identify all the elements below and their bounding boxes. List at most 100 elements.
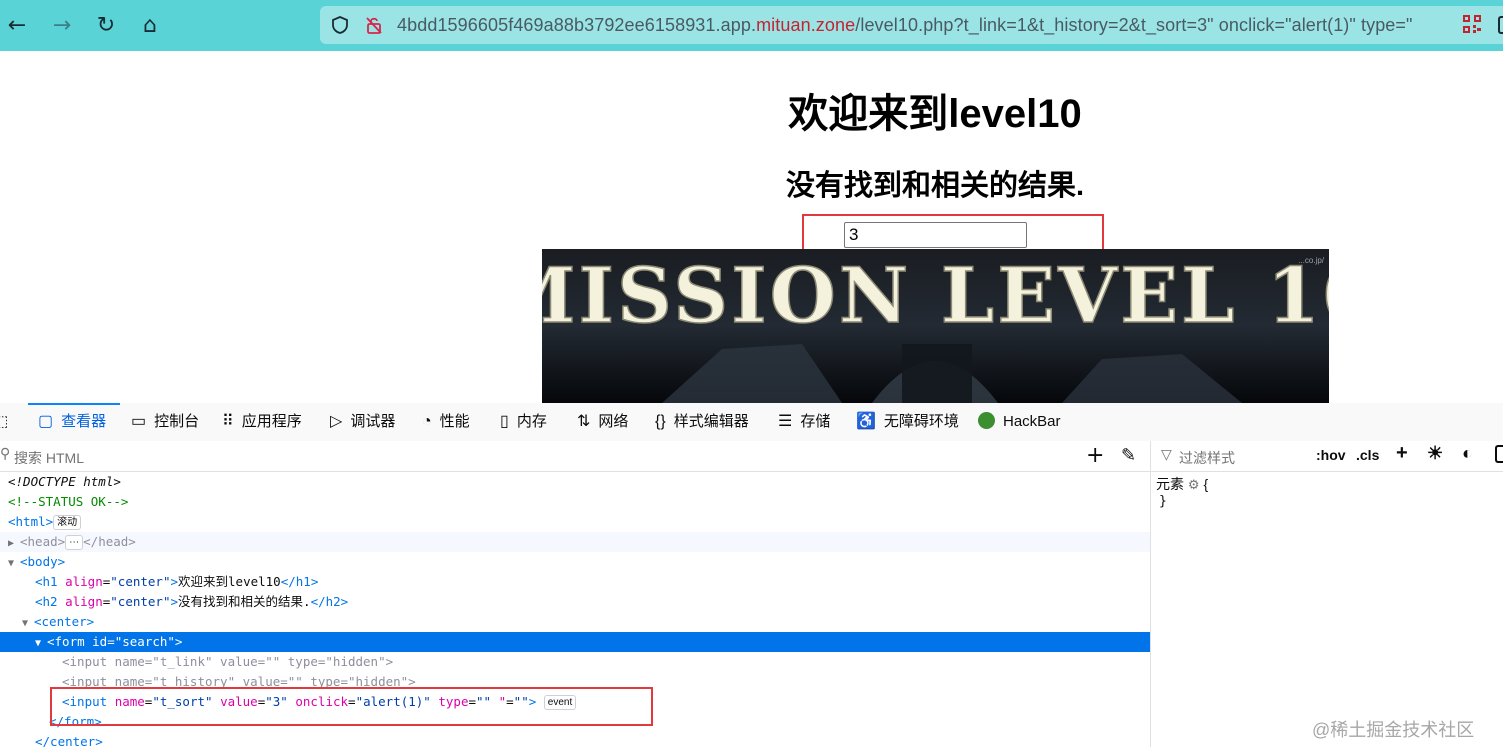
code-line-h2[interactable]: <h2 align="center">没有找到和相关的结果.</h2> <box>0 592 1150 612</box>
tab-debugger[interactable]: ▷ 调试器 <box>330 403 395 441</box>
rules-view: ▽ 过滤样式 :hov .cls + ☀ ◐ 元素 ⚙ { } <box>1151 441 1503 747</box>
tab-style-editor-label: 样式编辑器 <box>673 413 749 430</box>
search-input[interactable] <box>844 222 1027 248</box>
input-type-attr: type <box>438 694 469 709</box>
qr-code-icon[interactable] <box>1462 14 1482 34</box>
filter-styles-input[interactable]: 过滤样式 <box>1179 448 1235 468</box>
tab-inspector[interactable]: ▢ 查看器 <box>38 403 106 441</box>
toggle-sidebar-icon[interactable] <box>1495 445 1503 463</box>
h2-attr: align <box>65 594 103 609</box>
add-rule-button[interactable]: + <box>1396 442 1408 465</box>
light-mode-icon[interactable]: ☀ <box>1427 443 1443 464</box>
debugger-icon: ▷ <box>330 413 343 430</box>
add-node-button[interactable]: + <box>1086 443 1104 468</box>
input-value-attr: value <box>220 694 258 709</box>
collapse-icon[interactable]: ▼ <box>0 614 34 634</box>
input-onclick-val: "alert(1)" <box>355 694 431 709</box>
tab-console[interactable]: ▭ 控制台 <box>131 403 199 441</box>
hackbar-icon <box>978 412 995 429</box>
hov-toggle[interactable]: :hov <box>1316 447 1346 463</box>
input-t-sort-tag: <input <box>62 694 108 709</box>
performance-icon: ◔ <box>422 413 432 430</box>
browser-toolbar: ← → ↻ ⌂ 4bdd1596605f469a88b3792ee6158931… <box>0 0 1503 51</box>
application-icon: ⠿ <box>222 413 234 430</box>
comment-text: <!--STATUS OK--> <box>8 494 129 509</box>
code-line-h1[interactable]: <h1 align="center">欢迎来到level10</h1> <box>0 572 1150 592</box>
tab-console-label: 控制台 <box>154 413 200 430</box>
code-line-form-close[interactable]: </form> <box>0 712 1150 732</box>
event-badge[interactable]: event <box>543 695 577 710</box>
tab-application-label: 应用程序 <box>241 413 302 430</box>
tab-hackbar[interactable]: HackBar <box>978 403 1061 441</box>
html-search-input[interactable]: 搜索 HTML <box>14 448 84 468</box>
console-icon: ▭ <box>131 413 147 430</box>
tab-storage[interactable]: ☰ 存储 <box>778 403 830 441</box>
tab-performance[interactable]: ◔ 性能 <box>422 403 470 441</box>
inspector-icon: ▢ <box>38 413 54 430</box>
cls-toggle[interactable]: .cls <box>1356 447 1379 463</box>
url-domain: mituan.zone <box>756 15 856 35</box>
code-line-doctype[interactable]: <!DOCTYPE html> <box>0 472 1150 492</box>
collapse-icon[interactable]: ▼ <box>0 634 47 654</box>
element-picker-icon[interactable]: ⬚ <box>0 403 14 441</box>
code-line-head[interactable]: ▶ <head> ⋯ </head> <box>0 532 1150 552</box>
code-line-input-t-history[interactable]: <input name="t_history" value="" type="h… <box>0 672 1150 692</box>
watermark: @稀土掘金技术社区 <box>1312 720 1475 740</box>
code-line-comment[interactable]: <!--STATUS OK--> <box>0 492 1150 512</box>
forward-icon[interactable]: → <box>48 12 76 40</box>
element-rule-close: } <box>1159 494 1167 509</box>
tab-storage-label: 存储 <box>800 413 831 430</box>
h2-tag: <h2 <box>35 594 58 609</box>
contrast-icon[interactable]: ◐ <box>1462 443 1473 464</box>
tab-network[interactable]: ⇅ 网络 <box>577 403 628 441</box>
storage-icon: ☰ <box>778 413 793 430</box>
code-line-html[interactable]: <html> 滚动 <box>0 512 1150 532</box>
h1-close-tag: </h1> <box>280 574 319 589</box>
expand-icon[interactable]: ▶ <box>0 534 20 554</box>
h1-attr-val: "center" <box>110 574 171 589</box>
memory-icon: ▯ <box>500 413 509 430</box>
search-icon: ⚲ <box>0 446 11 462</box>
code-line-input-t-link[interactable]: <input name="t_link" value="" type="hidd… <box>0 652 1150 672</box>
body-tag: <body> <box>20 554 66 569</box>
collapse-icon[interactable]: ▼ <box>0 554 20 574</box>
mission-banner: MISSION LEVEL 10 ...co.jp/ <box>542 249 1329 403</box>
open-brace: { <box>1203 476 1209 492</box>
tab-accessibility[interactable]: ♿ 无障碍环境 <box>856 403 959 441</box>
tab-memory[interactable]: ▯ 内存 <box>500 403 547 441</box>
input-type-val: "" <box>476 694 492 709</box>
shield-icon[interactable] <box>330 15 350 35</box>
element-rule[interactable]: 元素 ⚙ { <box>1156 474 1208 494</box>
gear-icon[interactable]: ⚙ <box>1188 477 1200 492</box>
rules-toolbar: ▽ 过滤样式 :hov .cls + ☀ ◐ <box>1151 441 1503 472</box>
h1-tag: <h1 <box>35 574 58 589</box>
extension-icon[interactable] <box>1498 16 1503 34</box>
code-line-center-close[interactable]: </center> <box>0 732 1150 747</box>
eyedropper-icon[interactable]: ✎ <box>1121 445 1136 466</box>
tab-accessibility-label: 无障碍环境 <box>883 413 959 430</box>
form-tag: <form id="search"> <box>47 634 183 649</box>
ellipsis-badge[interactable]: ⋯ <box>65 535 84 550</box>
home-icon[interactable]: ⌂ <box>136 12 164 40</box>
h2-text: 没有找到和相关的结果. <box>178 594 311 609</box>
tab-style-editor[interactable]: {} 样式编辑器 <box>655 403 749 441</box>
reload-icon[interactable]: ↻ <box>92 12 120 40</box>
markup-view: ⚲ 搜索 HTML + ✎ <!DOCTYPE html> <!--STATUS… <box>0 441 1151 747</box>
url-text[interactable]: 4bdd1596605f469a88b3792ee6158931.app.mit… <box>397 15 1413 36</box>
url-prefix: 4bdd1596605f469a88b3792ee6158931.app. <box>397 15 757 35</box>
scroll-badge[interactable]: 滚动 <box>53 515 82 530</box>
devtools-tabbar: ⬚ ▢ 查看器 ▭ 控制台 ⠿ 应用程序 ▷ 调试器 ◔ 性能 ▯ 内存 ⇅ 网络 {} 样式编… <box>0 403 1503 442</box>
url-suffix: /level10.php?t_link=1&t_history=2&t_sort… <box>855 15 1413 35</box>
code-line-center[interactable]: ▼ <center> <box>0 612 1150 632</box>
center-tag: <center> <box>34 614 95 629</box>
tab-application[interactable]: ⠿ 应用程序 <box>222 403 302 441</box>
insecure-lock-icon[interactable] <box>364 15 384 35</box>
back-icon[interactable]: ← <box>3 12 31 40</box>
code-line-body[interactable]: ▼ <body> <box>0 552 1150 572</box>
tab-hackbar-label: HackBar <box>1003 413 1061 430</box>
input-end: > <box>528 694 537 709</box>
page-content: 欢迎来到level10 没有找到和相关的结果. MISSION LEVEL 10… <box>0 51 1503 403</box>
code-line-input-t-sort[interactable]: <input name="t_sort" value="3" onclick="… <box>0 692 1150 712</box>
code-line-form-selected[interactable]: ▼ <form id="search"> <box>0 632 1150 652</box>
address-bar[interactable]: 4bdd1596605f469a88b3792ee6158931.app.mit… <box>320 6 1503 44</box>
